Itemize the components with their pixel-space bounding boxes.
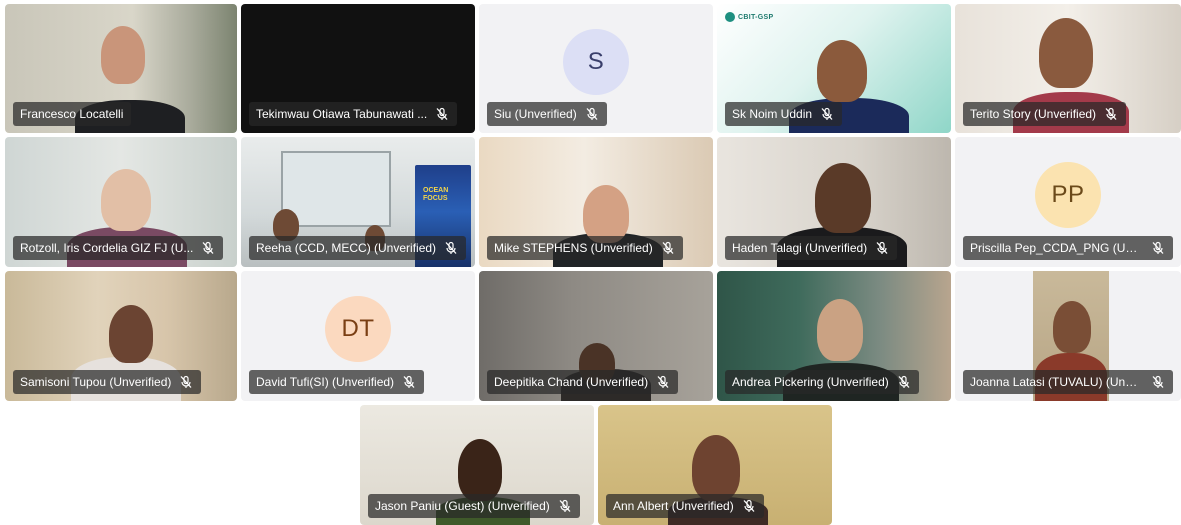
- mic-muted-icon: [661, 241, 675, 255]
- participant-face: [109, 305, 153, 363]
- participant-name: Deepitika Chand (Unverified): [494, 375, 649, 389]
- participant-face: [1053, 301, 1091, 353]
- mic-muted-icon: [444, 241, 458, 255]
- participant-label: David Tufi(SI) (Unverified): [249, 370, 425, 394]
- participant-label: Ann Albert (Unverified): [606, 494, 764, 518]
- video-tile-reeha[interactable]: OCEAN FOCUS Reeha (CCD, MECC) (Unverifie…: [241, 137, 475, 267]
- participant-name: Rotzoll, Iris Cordelia GIZ FJ (U...: [20, 241, 194, 255]
- video-tile-rotzoll-iris[interactable]: Rotzoll, Iris Cordelia GIZ FJ (U...: [5, 137, 237, 267]
- mic-muted-icon: [201, 241, 215, 255]
- mic-muted-icon: [1151, 241, 1165, 255]
- participant-face: [817, 40, 867, 102]
- participant-face: [101, 26, 145, 84]
- video-tile-sk-noim-uddin[interactable]: CBIT-GSP Sk Noim Uddin: [717, 4, 951, 133]
- participant-name: Andrea Pickering (Unverified): [732, 375, 889, 389]
- avatar: S: [563, 28, 629, 95]
- mic-muted-icon: [402, 375, 416, 389]
- video-tile-tekimwau[interactable]: Tekimwau Otiawa Tabunawati ...: [241, 4, 475, 133]
- mic-muted-icon: [179, 375, 193, 389]
- participant-name: Siu (Unverified): [494, 107, 577, 121]
- participant-label: Andrea Pickering (Unverified): [725, 370, 919, 394]
- participant-label: Haden Talagi (Unverified): [725, 236, 898, 260]
- participant-face: [1039, 18, 1093, 88]
- participant-name: Samisoni Tupou (Unverified): [20, 375, 172, 389]
- avatar: DT: [325, 296, 391, 362]
- video-tile-andrea-pickering[interactable]: Andrea Pickering (Unverified): [717, 271, 951, 401]
- participant-name: Tekimwau Otiawa Tabunawati ...: [256, 107, 428, 121]
- mic-muted-icon: [585, 107, 599, 121]
- video-tile-siu[interactable]: S Siu (Unverified): [479, 4, 713, 133]
- participant-label: Siu (Unverified): [487, 102, 607, 126]
- video-tile-deepitika-chand[interactable]: Deepitika Chand (Unverified): [479, 271, 713, 401]
- participant-label: Mike STEPHENS (Unverified): [487, 236, 683, 260]
- video-tile-david-tufi[interactable]: DT David Tufi(SI) (Unverified): [241, 271, 475, 401]
- participant-name: Reeha (CCD, MECC) (Unverified): [256, 241, 437, 255]
- participant-name: Francesco Locatelli: [20, 107, 124, 121]
- participant-name: Mike STEPHENS (Unverified): [494, 241, 653, 255]
- participant-label: Reeha (CCD, MECC) (Unverified): [249, 236, 467, 260]
- participant-face: [583, 185, 629, 243]
- office-window: [281, 151, 391, 227]
- mic-muted-icon: [558, 499, 572, 513]
- participant-label: Samisoni Tupou (Unverified): [13, 370, 202, 394]
- video-tile-joanna-latasi[interactable]: Joanna Latasi (TUVALU) (Unve...: [955, 271, 1181, 401]
- participant-name: David Tufi(SI) (Unverified): [256, 375, 395, 389]
- participant-face: [817, 299, 863, 361]
- video-tile-samisoni-tupou[interactable]: Samisoni Tupou (Unverified): [5, 271, 237, 401]
- mic-muted-icon: [742, 499, 756, 513]
- mic-muted-icon: [875, 241, 889, 255]
- participant-name: Sk Noim Uddin: [732, 107, 813, 121]
- participant-name: Terito Story (Unverified): [970, 107, 1097, 121]
- participant-name: Ann Albert (Unverified): [613, 499, 734, 513]
- video-tile-jason-paniu[interactable]: Jason Paniu (Guest) (Unverified): [360, 405, 594, 525]
- video-tile-ann-albert[interactable]: Ann Albert (Unverified): [598, 405, 832, 525]
- participant-label: Sk Noim Uddin: [725, 102, 843, 126]
- video-tile-haden-talagi[interactable]: Haden Talagi (Unverified): [717, 137, 951, 267]
- participant-label: Rotzoll, Iris Cordelia GIZ FJ (U...: [13, 236, 224, 260]
- participant-face: [692, 435, 740, 501]
- participant-label: Jason Paniu (Guest) (Unverified): [368, 494, 580, 518]
- participant-label: Priscilla Pep_CCDA_PNG (Unv...: [963, 236, 1173, 260]
- video-tile-mike-stephens[interactable]: Mike STEPHENS (Unverified): [479, 137, 713, 267]
- video-tile-terito-story[interactable]: Terito Story (Unverified): [955, 4, 1181, 133]
- participant-face: [815, 163, 871, 233]
- mic-muted-icon: [435, 107, 449, 121]
- mic-muted-icon: [1104, 107, 1118, 121]
- participant-name: Haden Talagi (Unverified): [732, 241, 868, 255]
- video-tile-priscilla-pep[interactable]: PP Priscilla Pep_CCDA_PNG (Unv...: [955, 137, 1181, 267]
- mic-muted-icon: [897, 375, 911, 389]
- mic-muted-icon: [1151, 375, 1165, 389]
- participant-name: Joanna Latasi (TUVALU) (Unve...: [970, 375, 1143, 389]
- mic-muted-icon: [820, 107, 834, 121]
- participant-label: Tekimwau Otiawa Tabunawati ...: [249, 102, 458, 126]
- organization-logo: CBIT-GSP: [725, 12, 773, 22]
- participant-face: [101, 169, 151, 231]
- participant-label: Francesco Locatelli: [13, 102, 132, 126]
- participant-label: Terito Story (Unverified): [963, 102, 1127, 126]
- participant-label: Deepitika Chand (Unverified): [487, 370, 679, 394]
- participant-face: [458, 439, 502, 501]
- mic-muted-icon: [656, 375, 670, 389]
- participant-label: Joanna Latasi (TUVALU) (Unve...: [963, 370, 1173, 394]
- video-tile-francesco-locatelli[interactable]: Francesco Locatelli: [5, 4, 237, 133]
- participant-name: Jason Paniu (Guest) (Unverified): [375, 499, 550, 513]
- avatar: PP: [1035, 162, 1101, 228]
- participant-name: Priscilla Pep_CCDA_PNG (Unv...: [970, 241, 1143, 255]
